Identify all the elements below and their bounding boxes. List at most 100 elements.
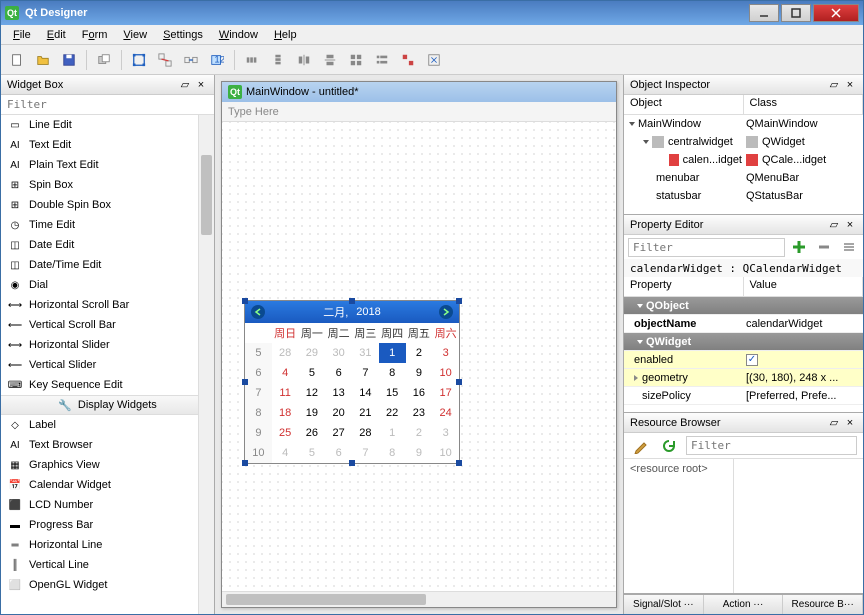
- widget-item[interactable]: ⬛LCD Number: [1, 495, 214, 515]
- widget-item[interactable]: ▬Progress Bar: [1, 515, 214, 535]
- widget-item[interactable]: ◉Dial: [1, 275, 214, 295]
- object-tree-row[interactable]: centralwidgetQWidget: [624, 133, 863, 151]
- menu-form[interactable]: Form: [74, 27, 116, 43]
- calendar-day[interactable]: 8: [379, 443, 406, 463]
- calendar-day[interactable]: 7: [352, 363, 379, 383]
- layout-grid-button[interactable]: [344, 48, 368, 72]
- calendar-day[interactable]: 1: [379, 343, 406, 363]
- widget-item[interactable]: ⟷Horizontal Slider: [1, 335, 214, 355]
- widget-item[interactable]: AIText Edit: [1, 135, 214, 155]
- property-row[interactable]: sizePolicy[Preferred, Prefe...: [624, 387, 863, 405]
- edit-signals-button[interactable]: [153, 48, 177, 72]
- calendar-day[interactable]: 23: [406, 403, 433, 423]
- calendar-day[interactable]: 2: [406, 343, 433, 363]
- menu-help[interactable]: Help: [266, 27, 305, 43]
- selection-handle[interactable]: [456, 379, 462, 385]
- calendar-day[interactable]: 5: [299, 443, 326, 463]
- design-hscrollbar[interactable]: [222, 591, 616, 607]
- calendar-day[interactable]: 12: [299, 383, 326, 403]
- calendar-day[interactable]: 29: [299, 343, 326, 363]
- menu-window[interactable]: Window: [211, 27, 266, 43]
- calendar-day[interactable]: 4: [272, 363, 299, 383]
- property-category[interactable]: QWidget: [624, 333, 863, 351]
- expand-icon[interactable]: [643, 140, 649, 144]
- property-row[interactable]: geometry[(30, 180), 248 x ...: [624, 369, 863, 387]
- calendar-day[interactable]: 7: [352, 443, 379, 463]
- widget-category[interactable]: 🔧Display Widgets: [1, 395, 214, 415]
- widget-item[interactable]: ◇Label: [1, 415, 214, 435]
- selection-handle[interactable]: [456, 460, 462, 466]
- new-form-button[interactable]: [5, 48, 29, 72]
- col-class[interactable]: Class: [744, 95, 864, 114]
- selection-handle[interactable]: [349, 460, 355, 466]
- property-value[interactable]: [(30, 180), 248 x ...: [742, 372, 863, 384]
- panel-float-button[interactable]: ▱: [827, 78, 841, 92]
- calendar-day[interactable]: 20: [325, 403, 352, 423]
- panel-close-button[interactable]: ×: [843, 78, 857, 92]
- calendar-prev-button[interactable]: [251, 305, 265, 319]
- panel-close-button[interactable]: ×: [843, 218, 857, 232]
- calendar-day[interactable]: 31: [352, 343, 379, 363]
- design-surface[interactable]: 二月, 2018 周日周一周二周三周四周五周六52829303112364567…: [222, 122, 616, 591]
- menu-settings[interactable]: Settings: [155, 27, 211, 43]
- menu-edit[interactable]: Edit: [39, 27, 74, 43]
- widget-item[interactable]: ◫Date Edit: [1, 235, 214, 255]
- selection-handle[interactable]: [242, 379, 248, 385]
- property-row[interactable]: enabled✓: [624, 351, 863, 369]
- widget-item[interactable]: ▭Line Edit: [1, 115, 214, 135]
- selection-handle[interactable]: [349, 298, 355, 304]
- layout-splitter-v-button[interactable]: [318, 48, 342, 72]
- checkbox-icon[interactable]: ✓: [746, 354, 758, 366]
- expand-icon[interactable]: [629, 122, 635, 126]
- widget-item[interactable]: AIPlain Text Edit: [1, 155, 214, 175]
- calendar-year-label[interactable]: 2018: [356, 306, 380, 318]
- calendar-day[interactable]: 1: [379, 423, 406, 443]
- panel-close-button[interactable]: ×: [843, 416, 857, 430]
- calendar-day[interactable]: 3: [432, 423, 459, 443]
- property-list[interactable]: QObjectobjectNamecalendarWidgetQWidgeten…: [624, 297, 863, 405]
- calendar-next-button[interactable]: [439, 305, 453, 319]
- open-button[interactable]: [31, 48, 55, 72]
- edit-resources-button[interactable]: [630, 435, 652, 457]
- calendar-day[interactable]: 28: [352, 423, 379, 443]
- close-button[interactable]: [813, 4, 859, 22]
- property-value[interactable]: calendarWidget: [742, 318, 863, 330]
- widget-item[interactable]: ⬜OpenGL Widget: [1, 575, 214, 595]
- calendar-day[interactable]: 25: [272, 423, 299, 443]
- object-tree-row[interactable]: statusbarQStatusBar: [624, 187, 863, 205]
- add-dynamic-property-button[interactable]: [789, 236, 810, 258]
- widget-item[interactable]: ▦Graphics View: [1, 455, 214, 475]
- calendar-widget[interactable]: 二月, 2018 周日周一周二周三周四周五周六52829303112364567…: [244, 300, 460, 464]
- edit-tab-order-button[interactable]: 12: [205, 48, 229, 72]
- minimize-button[interactable]: [749, 4, 779, 22]
- widget-item[interactable]: AIText Browser: [1, 435, 214, 455]
- object-tree-row[interactable]: menubarQMenuBar: [624, 169, 863, 187]
- save-button[interactable]: [57, 48, 81, 72]
- edit-widgets-button[interactable]: [127, 48, 151, 72]
- reload-resources-button[interactable]: [658, 435, 680, 457]
- layout-splitter-h-button[interactable]: [292, 48, 316, 72]
- panel-close-button[interactable]: ×: [194, 78, 208, 92]
- col-object[interactable]: Object: [624, 95, 744, 114]
- maximize-button[interactable]: [781, 4, 811, 22]
- dock-tab[interactable]: Resource B···: [783, 595, 863, 614]
- widget-item[interactable]: ⟵Vertical Slider: [1, 355, 214, 375]
- panel-float-button[interactable]: ▱: [178, 78, 192, 92]
- calendar-day[interactable]: 16: [406, 383, 433, 403]
- adjust-size-button[interactable]: [422, 48, 446, 72]
- calendar-day[interactable]: 15: [379, 383, 406, 403]
- object-tree[interactable]: MainWindowQMainWindowcentralwidgetQWidge…: [624, 115, 863, 205]
- edit-buddies-button[interactable]: [179, 48, 203, 72]
- panel-float-button[interactable]: ▱: [827, 416, 841, 430]
- calendar-day[interactable]: 26: [299, 423, 326, 443]
- panel-float-button[interactable]: ▱: [827, 218, 841, 232]
- calendar-day[interactable]: 9: [406, 363, 433, 383]
- calendar-day[interactable]: 6: [325, 443, 352, 463]
- widget-item[interactable]: 📅Calendar Widget: [1, 475, 214, 495]
- calendar-day[interactable]: 14: [352, 383, 379, 403]
- property-row[interactable]: objectNamecalendarWidget: [624, 315, 863, 333]
- calendar-day[interactable]: 19: [299, 403, 326, 423]
- property-value[interactable]: [Preferred, Prefe...: [742, 390, 863, 402]
- calendar-day[interactable]: 24: [432, 403, 459, 423]
- property-value[interactable]: ✓: [742, 353, 863, 366]
